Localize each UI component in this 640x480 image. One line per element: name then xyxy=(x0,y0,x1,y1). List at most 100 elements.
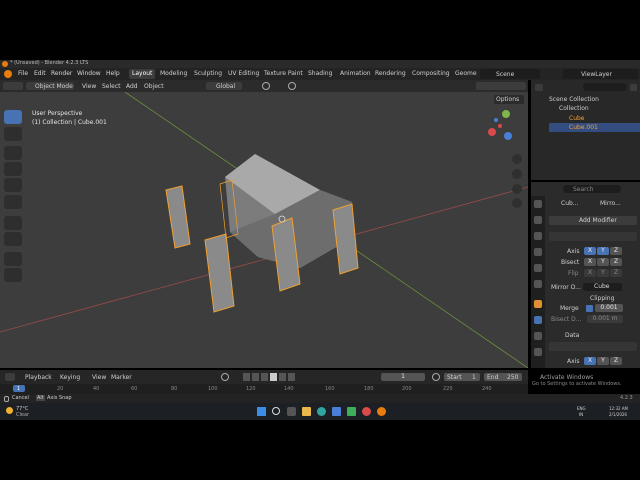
play-icon[interactable] xyxy=(270,373,277,381)
object-tab-icon[interactable] xyxy=(534,300,542,308)
scene-tab-icon[interactable] xyxy=(534,264,542,272)
mirror-object-field[interactable]: Cube xyxy=(583,283,622,291)
outliner-funnel-icon[interactable] xyxy=(630,84,637,91)
axis-y-toggle[interactable]: Y xyxy=(597,247,609,255)
merge-value-field[interactable]: 0.001 xyxy=(595,304,623,312)
axis-z-toggle[interactable]: Z xyxy=(610,247,622,255)
view-layer-tab-icon[interactable] xyxy=(534,248,542,256)
tab-uv-editing[interactable]: UV Editing xyxy=(225,69,262,79)
proportional-edit-icon[interactable] xyxy=(288,82,296,90)
outliner-item-cube[interactable]: Cube xyxy=(569,115,585,122)
menu-marker[interactable]: Marker xyxy=(111,374,132,381)
lang-top[interactable]: ENG xyxy=(577,406,586,411)
select-box-tool-icon[interactable] xyxy=(4,110,22,124)
preview-range-icon[interactable] xyxy=(432,373,440,381)
blender-menu-icon[interactable] xyxy=(4,70,12,78)
modifier-tab-icon[interactable] xyxy=(534,316,542,324)
bisect-y-toggle[interactable]: Y xyxy=(597,258,609,266)
menu-render[interactable]: Render xyxy=(51,70,72,77)
auto-key-icon[interactable] xyxy=(221,373,229,381)
editor-type-button[interactable] xyxy=(3,82,23,90)
annotate-tool-icon[interactable] xyxy=(4,216,22,230)
weather-icon[interactable] xyxy=(6,407,13,414)
end-frame-field[interactable]: End 250 xyxy=(484,373,522,381)
transform-tool-icon[interactable] xyxy=(4,195,22,209)
outliner-row-selected[interactable]: Cube.001 xyxy=(549,123,640,132)
menu-select[interactable]: Select xyxy=(102,83,121,90)
ortho-toggle-icon[interactable] xyxy=(512,198,522,208)
add-object-tool-icon[interactable] xyxy=(4,268,22,282)
menu-keying[interactable]: Keying xyxy=(60,374,80,381)
axis-x-toggle[interactable]: X xyxy=(584,247,596,255)
particles-tab-icon[interactable] xyxy=(534,332,542,340)
pan-hand-icon[interactable] xyxy=(512,169,522,179)
world-tab-icon[interactable] xyxy=(534,280,542,288)
timeline-ruler[interactable]: 1 20 40 60 80 100 120 140 160 180 200 22… xyxy=(0,384,528,394)
menu-help[interactable]: Help xyxy=(106,70,120,77)
start-menu-icon[interactable] xyxy=(257,407,266,416)
play-reverse-icon[interactable] xyxy=(261,373,268,381)
props-search-input[interactable]: Search xyxy=(563,185,621,193)
outliner-filter-icon[interactable] xyxy=(535,84,543,91)
edge-icon[interactable] xyxy=(317,407,326,416)
transform-orientation-dropdown[interactable]: Global xyxy=(206,82,242,90)
store-icon[interactable] xyxy=(332,407,341,416)
blender-taskbar-icon[interactable] xyxy=(377,407,386,416)
3d-viewport[interactable]: User Perspective (1) Collection | Cube.0… xyxy=(0,92,528,368)
clock-date[interactable]: 2/1/2026 xyxy=(609,412,627,417)
tab-modeling[interactable]: Modeling xyxy=(157,69,190,79)
taskbar-search-icon[interactable] xyxy=(272,407,280,415)
viewlayer-selector[interactable]: ViewLayer xyxy=(563,69,638,79)
flip-y-toggle[interactable]: Y xyxy=(597,269,609,277)
camera-view-icon[interactable] xyxy=(512,184,522,194)
axis2-z-toggle[interactable]: Z xyxy=(610,357,622,365)
lang-bottom[interactable]: IN xyxy=(579,412,583,417)
cursor-tool-icon[interactable] xyxy=(4,127,22,141)
axis2-y-toggle[interactable]: Y xyxy=(597,357,609,365)
outliner-item-collection[interactable]: Collection xyxy=(559,105,589,112)
tab-rendering[interactable]: Rendering xyxy=(372,69,409,79)
scene-collection-label[interactable]: Scene Collection xyxy=(549,96,599,103)
options-button[interactable]: Options xyxy=(494,95,524,104)
next-key-icon[interactable] xyxy=(279,373,286,381)
modifier-header-2[interactable] xyxy=(549,342,637,351)
menu-edit[interactable]: Edit xyxy=(34,70,46,77)
snap-icon[interactable] xyxy=(262,82,270,90)
jump-start-icon[interactable] xyxy=(243,373,250,381)
outliner-search-input[interactable] xyxy=(583,83,627,91)
merge-checkbox[interactable] xyxy=(586,305,593,312)
task-view-icon[interactable] xyxy=(287,407,296,416)
jump-end-icon[interactable] xyxy=(288,373,295,381)
bisect-distance-field[interactable]: 0.001 m xyxy=(587,315,623,323)
bisect-z-toggle[interactable]: Z xyxy=(610,258,622,266)
menu-timeline-view[interactable]: View xyxy=(92,374,106,381)
add-cube-tool-icon[interactable] xyxy=(4,252,22,266)
zoom-icon[interactable] xyxy=(512,154,522,164)
tab-animation[interactable]: Animation xyxy=(337,69,374,79)
tab-layout[interactable]: Layout xyxy=(129,69,156,79)
rotate-tool-icon[interactable] xyxy=(4,162,22,176)
tab-shading[interactable]: Shading xyxy=(305,69,335,79)
menu-view[interactable]: View xyxy=(82,83,96,90)
menu-add[interactable]: Add xyxy=(126,83,138,90)
tab-sculpting[interactable]: Sculpting xyxy=(191,69,225,79)
tab-geometry-nodes[interactable]: Geome xyxy=(452,69,480,79)
add-modifier-button[interactable]: Add Modifier xyxy=(549,216,637,225)
data-subpanel[interactable]: Data xyxy=(565,332,579,339)
physics-tab-icon[interactable] xyxy=(534,348,542,356)
tab-compositing[interactable]: Compositing xyxy=(409,69,453,79)
scale-tool-icon[interactable] xyxy=(4,178,22,192)
scene-selector[interactable]: Scene xyxy=(480,69,540,79)
flip-z-toggle[interactable]: Z xyxy=(610,269,622,277)
measure-tool-icon[interactable] xyxy=(4,232,22,246)
object-mode-dropdown[interactable]: Object Mode xyxy=(26,82,74,90)
navigation-gizmo[interactable] xyxy=(486,108,516,142)
viewport-shading-group[interactable] xyxy=(476,82,526,90)
flip-x-toggle[interactable]: X xyxy=(584,269,596,277)
chrome-icon[interactable] xyxy=(362,407,371,416)
file-explorer-icon[interactable] xyxy=(302,407,311,416)
output-tab-icon[interactable] xyxy=(534,232,542,240)
move-tool-icon[interactable] xyxy=(4,146,22,160)
axis2-x-toggle[interactable]: X xyxy=(584,357,596,365)
bisect-x-toggle[interactable]: X xyxy=(584,258,596,266)
